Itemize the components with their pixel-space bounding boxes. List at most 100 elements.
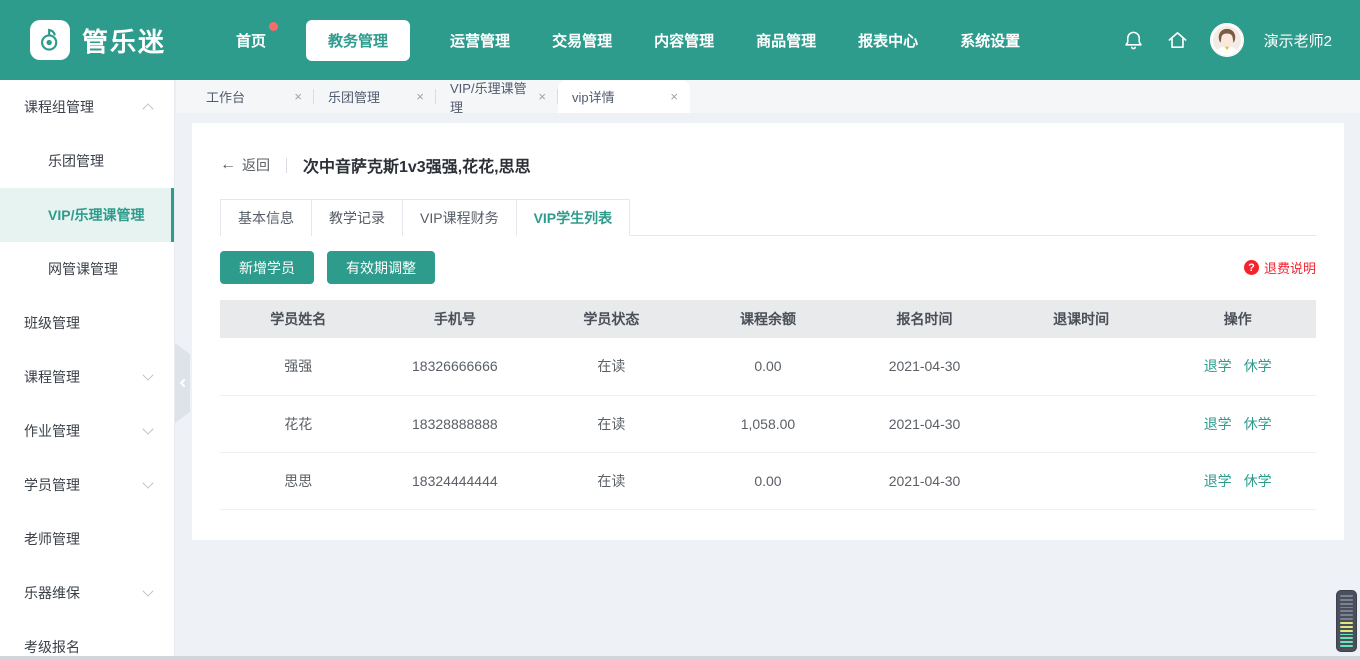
- tab-students[interactable]: VIP学生列表: [516, 199, 631, 236]
- nav-item-system[interactable]: 系统设置: [958, 20, 1022, 61]
- suspend-link[interactable]: 休学: [1244, 416, 1272, 432]
- sidebar-item-label: 班级管理: [24, 313, 80, 333]
- bell-icon[interactable]: [1122, 28, 1146, 52]
- table-header-cell: 报名时间: [846, 300, 1003, 338]
- nav-item-label: 交易管理: [552, 33, 612, 50]
- close-tab-icon[interactable]: ×: [416, 90, 424, 103]
- table-row: 强强18326666666在读0.002021-04-30退学休学: [220, 338, 1316, 395]
- cell-student-name: 强强: [220, 338, 377, 395]
- meter-bar: [1340, 607, 1353, 609]
- suspend-link[interactable]: 休学: [1244, 358, 1272, 374]
- nav-item-report[interactable]: 报表中心: [856, 20, 920, 61]
- nav-item-content[interactable]: 内容管理: [652, 20, 716, 61]
- brand-name: 管乐迷: [82, 22, 166, 59]
- meter-bar: [1340, 614, 1353, 616]
- refund-note-label: 退费说明: [1264, 258, 1316, 277]
- chevron-up-icon: [142, 103, 153, 114]
- quit-school-link[interactable]: 退学: [1204, 473, 1232, 489]
- sidebar-item-label: VIP/乐理课管理: [48, 205, 144, 225]
- sidebar-item-label: 乐器维保: [24, 583, 80, 603]
- tab-records[interactable]: 教学记录: [311, 199, 403, 236]
- detail-card: ← 返回 次中音萨克斯1v3强强,花花,思思 基本信息教学记录VIP课程财务VI…: [192, 123, 1344, 540]
- home-icon[interactable]: [1166, 28, 1190, 52]
- brand-logo-icon: [30, 20, 70, 60]
- sidebar-collapse-handle[interactable]: [175, 343, 190, 423]
- nav-item-goods[interactable]: 商品管理: [754, 20, 818, 61]
- nav-item-trade[interactable]: 交易管理: [550, 20, 614, 61]
- close-tab-icon[interactable]: ×: [294, 90, 302, 103]
- meter-bar: [1340, 599, 1353, 601]
- table-body: 强强18326666666在读0.002021-04-30退学休学花花18328…: [220, 338, 1316, 509]
- validity-adjust-button[interactable]: 有效期调整: [327, 251, 435, 284]
- nav-item-label: 报表中心: [858, 33, 918, 50]
- instrument-glyph: [35, 25, 65, 55]
- notification-dot: [269, 22, 278, 31]
- tab-basic[interactable]: 基本信息: [220, 199, 312, 236]
- user-name[interactable]: 演示老师2: [1264, 30, 1332, 51]
- meter-bar: [1340, 634, 1353, 636]
- level-meter-overlay: [1336, 590, 1357, 652]
- sidebar-item-class[interactable]: 班级管理: [0, 296, 174, 350]
- meter-bar: [1340, 622, 1353, 624]
- refund-note-link[interactable]: ? 退费说明: [1244, 258, 1316, 277]
- open-tab-vip-manage[interactable]: VIP/乐理课管理×: [436, 80, 558, 113]
- user-avatar[interactable]: [1210, 23, 1244, 57]
- quit-school-link[interactable]: 退学: [1204, 416, 1232, 432]
- open-tab-workbench[interactable]: 工作台×: [192, 80, 314, 113]
- sidebar-item-exam[interactable]: 考级报名: [0, 620, 174, 659]
- back-button[interactable]: ← 返回: [220, 155, 270, 175]
- cell-quit-date: [1003, 452, 1160, 509]
- meter-bar: [1340, 641, 1353, 643]
- sidebar-item-label: 老师管理: [24, 529, 80, 549]
- cell-actions: 退学休学: [1159, 452, 1316, 509]
- sidebar-item-online-course[interactable]: 网管课管理: [0, 242, 174, 296]
- open-tab-vip-detail[interactable]: vip详情 ×: [558, 80, 690, 113]
- sidebar-item-course[interactable]: 课程管理: [0, 350, 174, 404]
- tab-finance[interactable]: VIP课程财务: [402, 199, 517, 236]
- divider: [286, 158, 287, 173]
- table-row: 花花18328888888在读1,058.002021-04-30退学休学: [220, 395, 1316, 452]
- cell-quit-date: [1003, 395, 1160, 452]
- table-header-cell: 操作: [1159, 300, 1316, 338]
- meter-bar: [1340, 610, 1353, 612]
- student-table: 学员姓名手机号学员状态课程余额报名时间退课时间操作 强强18326666666在…: [220, 300, 1316, 510]
- main-nav: 首页教务管理运营管理 交易管理 内容管理商品管理 报表中心 系统设置: [234, 20, 1022, 61]
- nav-item-operation[interactable]: 运营管理: [448, 20, 512, 61]
- sidebar-menu: 课程组管理乐团管理 VIP/乐理课管理网管课管理班级管理课程管理作业管理学员管理老…: [0, 80, 174, 659]
- cell-balance: 0.00: [690, 338, 847, 395]
- open-tabs-bar: 工作台×乐团管理×VIP/乐理课管理×vip详情×: [176, 80, 1360, 113]
- chevron-left-icon: [179, 379, 187, 387]
- close-tab-icon[interactable]: ×: [670, 90, 678, 103]
- nav-item-edu[interactable]: 教务管理: [306, 20, 410, 61]
- sidebar-item-label: 作业管理: [24, 421, 80, 441]
- back-arrow-icon: ←: [220, 157, 236, 173]
- sidebar-item-student[interactable]: 学员管理: [0, 458, 174, 512]
- sidebar-item-vip-course[interactable]: VIP/乐理课管理: [0, 188, 174, 242]
- sidebar-item-teacher[interactable]: 老师管理: [0, 512, 174, 566]
- meter-bar: [1340, 626, 1353, 628]
- add-student-button[interactable]: 新增学员: [220, 251, 314, 284]
- sidebar-item-label: 网管课管理: [48, 259, 118, 279]
- nav-item-home[interactable]: 首页: [234, 20, 268, 61]
- open-tab-label: 乐团管理: [328, 87, 380, 106]
- meter-bar: [1340, 603, 1353, 605]
- top-navbar: 管乐迷 首页教务管理运营管理 交易管理 内容管理商品管理 报表中心 系统设置: [0, 0, 1360, 80]
- open-tab-label: vip详情: [572, 87, 615, 106]
- question-circle-icon: ?: [1244, 260, 1259, 275]
- sidebar-item-course-group[interactable]: 课程组管理: [0, 80, 174, 134]
- table-header-row: 学员姓名手机号学员状态课程余额报名时间退课时间操作: [220, 300, 1316, 338]
- quit-school-link[interactable]: 退学: [1204, 358, 1232, 374]
- table-header-cell: 退课时间: [1003, 300, 1160, 338]
- open-tab-band-manage[interactable]: 乐团管理 ×: [314, 80, 436, 113]
- sidebar-item-band[interactable]: 乐团管理: [0, 134, 174, 188]
- suspend-link[interactable]: 休学: [1244, 473, 1272, 489]
- chevron-down-icon: [142, 423, 153, 434]
- close-tab-icon[interactable]: ×: [538, 90, 546, 103]
- sidebar: 课程组管理乐团管理 VIP/乐理课管理网管课管理班级管理课程管理作业管理学员管理老…: [0, 80, 175, 659]
- sidebar-item-instrument[interactable]: 乐器维保: [0, 566, 174, 620]
- cell-status: 在读: [533, 338, 690, 395]
- page-title: 次中音萨克斯1v3强强,花花,思思: [303, 153, 531, 177]
- cell-actions: 退学休学: [1159, 338, 1316, 395]
- sidebar-item-homework[interactable]: 作业管理: [0, 404, 174, 458]
- meter-bar: [1340, 630, 1353, 632]
